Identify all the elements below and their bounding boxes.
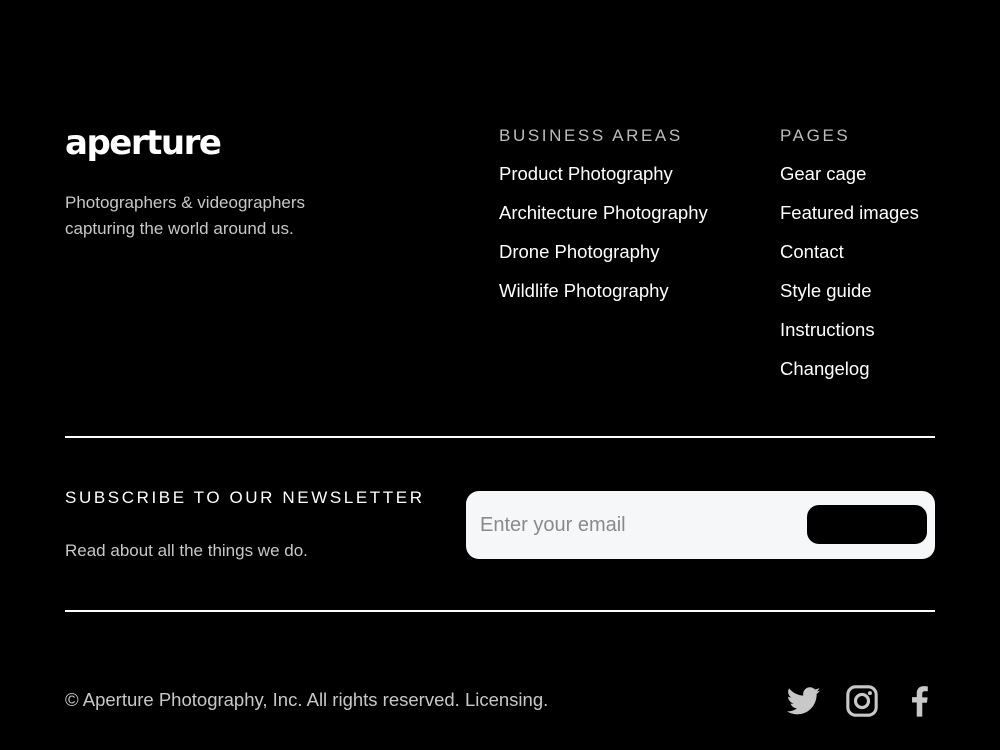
twitter-icon[interactable] bbox=[787, 684, 821, 718]
instagram-glyph bbox=[846, 685, 878, 717]
copyright-statement: © Aperture Photography, Inc. All rights … bbox=[65, 689, 460, 710]
email-input[interactable] bbox=[480, 505, 800, 545]
link-changelog[interactable]: Changelog bbox=[780, 358, 919, 397]
link-product-photography[interactable]: Product Photography bbox=[499, 163, 708, 202]
licensing-link[interactable]: Licensing. bbox=[465, 689, 548, 710]
business-areas-list: Product Photography Architecture Photogr… bbox=[499, 163, 708, 319]
twitter-glyph bbox=[787, 687, 821, 715]
link-wildlife-photography[interactable]: Wildlife Photography bbox=[499, 280, 708, 319]
pages-list: Gear cage Featured images Contact Style … bbox=[780, 163, 919, 397]
business-areas-heading: BUSINESS AREAS bbox=[499, 126, 683, 145]
aperture-logo[interactable]: aperture bbox=[65, 120, 222, 166]
newsletter-subtitle: Read about all the things we do. bbox=[65, 541, 308, 560]
link-featured-images[interactable]: Featured images bbox=[780, 202, 919, 241]
copyright-text: © Aperture Photography, Inc. All rights … bbox=[65, 688, 548, 712]
link-contact[interactable]: Contact bbox=[780, 241, 919, 280]
facebook-icon[interactable] bbox=[903, 684, 937, 718]
pages-heading: PAGES bbox=[780, 126, 851, 145]
facebook-glyph bbox=[912, 686, 928, 717]
brand-tagline: Photographers & videographers capturing … bbox=[65, 193, 306, 238]
logo-wordmark: aperture bbox=[65, 123, 222, 163]
business-areas-column: BUSINESS AREAS Product Photography Archi… bbox=[499, 124, 708, 319]
bottom-divider bbox=[65, 610, 935, 612]
link-gear-cage[interactable]: Gear cage bbox=[780, 163, 919, 202]
link-instructions[interactable]: Instructions bbox=[780, 319, 919, 358]
instagram-icon[interactable] bbox=[845, 684, 879, 718]
newsletter-title: SUBSCRIBE TO OUR NEWSLETTER bbox=[65, 488, 425, 507]
link-architecture-photography[interactable]: Architecture Photography bbox=[499, 202, 708, 241]
link-style-guide[interactable]: Style guide bbox=[780, 280, 919, 319]
pages-column: PAGES Gear cage Featured images Contact … bbox=[780, 124, 919, 397]
top-divider bbox=[65, 436, 935, 438]
subscribe-button[interactable] bbox=[807, 505, 927, 544]
link-drone-photography[interactable]: Drone Photography bbox=[499, 241, 708, 280]
newsletter-form bbox=[466, 491, 935, 559]
